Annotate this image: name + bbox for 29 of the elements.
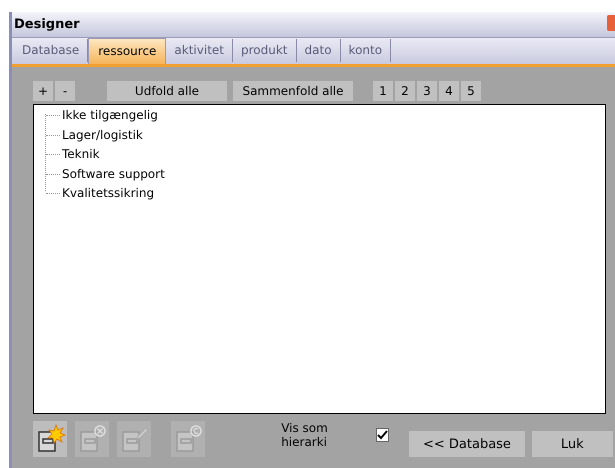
tree-item[interactable]: Ikke tilgængelig	[62, 107, 158, 124]
hierarchy-checkbox[interactable]	[376, 428, 390, 442]
tab[interactable]: aktivitet	[166, 39, 233, 62]
close-dialog-button[interactable]: Luk	[532, 431, 613, 457]
collapse-all-button[interactable]: Sammenfold alle	[233, 81, 353, 101]
tree-toggle-button[interactable]: -	[55, 81, 75, 101]
new-item-button[interactable]	[33, 421, 68, 457]
level-button[interactable]: 5	[461, 81, 481, 101]
tab[interactable]: dato	[296, 39, 341, 62]
level-button[interactable]: 3	[417, 81, 437, 101]
window-title: Designer	[14, 17, 80, 32]
tree-toggle-button[interactable]: +	[33, 81, 53, 101]
expand-all-button[interactable]: Udfold alle	[107, 81, 227, 101]
tab[interactable]: produkt	[233, 39, 297, 62]
level-button[interactable]: 2	[395, 81, 415, 101]
copy-item-icon	[176, 425, 202, 452]
level-button[interactable]: 4	[439, 81, 459, 101]
tree-item[interactable]: Software support	[62, 166, 165, 182]
tree-item[interactable]: Lager/logistik	[62, 126, 143, 144]
database-button[interactable]: << Database	[409, 431, 525, 457]
level-button[interactable]: 1	[373, 81, 393, 101]
checkbox-label: Vis som hierarki	[281, 421, 329, 449]
new-item-icon	[38, 424, 66, 452]
tree-item[interactable]: Teknik	[62, 146, 100, 163]
tree-item[interactable]: Kvalitetssikring	[62, 185, 154, 202]
tab[interactable]: konto	[340, 39, 392, 62]
edit-item-icon	[122, 427, 149, 452]
delete-item-icon	[80, 425, 106, 452]
tab[interactable]: ressource	[88, 38, 166, 64]
